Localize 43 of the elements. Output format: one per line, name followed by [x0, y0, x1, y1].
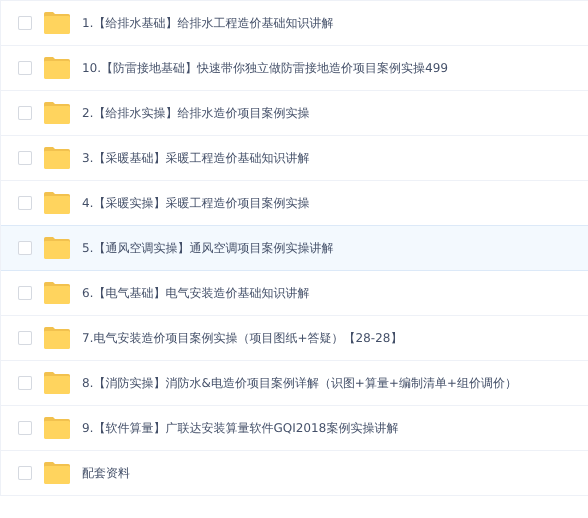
checkbox[interactable] — [18, 106, 32, 120]
file-name: 7.电气安装造价项目案例实操（项目图纸+答疑）【28-28】 — [82, 330, 402, 346]
folder-icon — [44, 12, 70, 34]
file-row[interactable]: 10.【防雷接地基础】快速带你独立做防雷接地造价项目案例实操499 — [1, 46, 588, 91]
checkbox[interactable] — [18, 376, 32, 390]
file-row[interactable]: 5.【通风空调实操】通风空调项目案例实操讲解 — [1, 225, 588, 271]
file-name: 配套资料 — [82, 464, 130, 482]
checkbox[interactable] — [18, 331, 32, 345]
file-name: 9.【软件算量】广联达安装算量软件GQI2018案例实操讲解 — [82, 420, 398, 436]
folder-icon — [44, 282, 70, 304]
file-name: 2.【给排水实操】给排水造价项目案例实操 — [82, 104, 310, 122]
file-row[interactable]: 7.电气安装造价项目案例实操（项目图纸+答疑）【28-28】 — [1, 316, 588, 361]
folder-icon — [44, 192, 70, 214]
file-row[interactable]: 配套资料 — [1, 451, 588, 496]
folder-icon — [44, 462, 70, 484]
file-row[interactable]: 9.【软件算量】广联达安装算量软件GQI2018案例实操讲解 — [1, 406, 588, 451]
folder-icon — [44, 57, 70, 79]
checkbox[interactable] — [18, 151, 32, 165]
file-row[interactable]: 1.【给排水基础】给排水工程造价基础知识讲解 — [1, 1, 588, 46]
file-row[interactable]: 2.【给排水实操】给排水造价项目案例实操 — [1, 91, 588, 136]
file-name: 4.【采暖实操】采暖工程造价项目案例实操 — [82, 194, 310, 212]
file-name: 3.【采暖基础】采暖工程造价基础知识讲解 — [82, 150, 310, 166]
folder-icon — [44, 372, 70, 394]
checkbox[interactable] — [18, 466, 32, 480]
file-name: 8.【消防实操】消防水&电造价项目案例详解（识图+算量+编制清单+组价调价） — [82, 374, 517, 392]
checkbox[interactable] — [18, 241, 32, 255]
folder-icon — [44, 327, 70, 349]
checkbox[interactable] — [18, 16, 32, 30]
checkbox[interactable] — [18, 421, 32, 435]
folder-icon — [44, 102, 70, 124]
file-row[interactable]: 6.【电气基础】电气安装造价基础知识讲解 — [1, 271, 588, 316]
folder-icon — [44, 417, 70, 439]
file-name: 5.【通风空调实操】通风空调项目案例实操讲解 — [82, 240, 334, 256]
file-name: 1.【给排水基础】给排水工程造价基础知识讲解 — [82, 14, 334, 32]
file-name: 6.【电气基础】电气安装造价基础知识讲解 — [82, 284, 310, 302]
file-row[interactable]: 3.【采暖基础】采暖工程造价基础知识讲解 — [1, 136, 588, 181]
file-name: 10.【防雷接地基础】快速带你独立做防雷接地造价项目案例实操499 — [82, 60, 448, 76]
file-row[interactable]: 8.【消防实操】消防水&电造价项目案例详解（识图+算量+编制清单+组价调价） — [1, 361, 588, 406]
folder-icon — [44, 147, 70, 169]
checkbox[interactable] — [18, 61, 32, 75]
folder-icon — [44, 237, 70, 259]
checkbox[interactable] — [18, 196, 32, 210]
checkbox[interactable] — [18, 286, 32, 300]
